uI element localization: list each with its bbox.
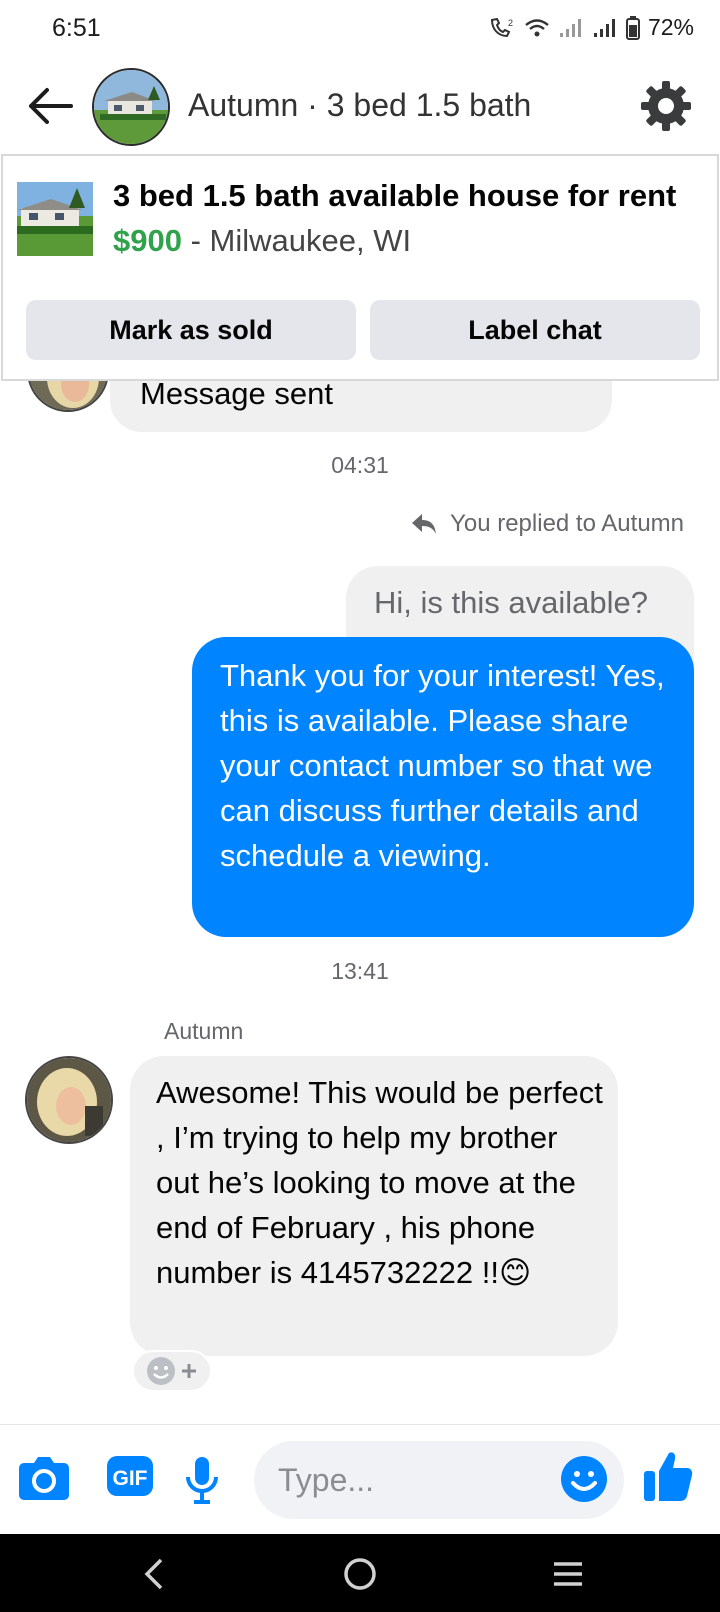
message-composer: GIF	[0, 1424, 720, 1534]
reply-note: You replied to Autumn	[410, 510, 684, 538]
camera-icon	[19, 1457, 69, 1500]
smiling-face-emoji: 😊	[498, 1255, 532, 1290]
outgoing-message-text: Thank you for your interest! Yes, this i…	[220, 658, 665, 873]
house-photo	[17, 182, 93, 256]
microphone-button[interactable]	[184, 1455, 220, 1510]
listing-avatar[interactable]	[92, 68, 170, 146]
reply-note-text: You replied to Autumn	[450, 510, 684, 537]
listing-subtitle: $900 - Milwaukee, WI	[113, 223, 411, 259]
system-navigation-bar	[0, 1534, 720, 1612]
timestamp: 04:31	[331, 452, 389, 478]
status-icons: 2 72%	[488, 14, 694, 41]
camera-button[interactable]	[18, 1455, 70, 1506]
nav-home-button[interactable]	[338, 1552, 382, 1596]
nav-recents-button[interactable]	[546, 1552, 590, 1596]
gif-icon: GIF	[107, 1456, 153, 1496]
sender-avatar[interactable]	[25, 1056, 113, 1144]
chat-title[interactable]: Autumn · 3 bed 1.5 bath	[188, 87, 531, 124]
sender-name: Autumn	[164, 1018, 244, 1044]
timestamp: 13:41	[331, 958, 389, 984]
wifi-icon	[525, 18, 549, 36]
menu-lines-icon	[554, 1562, 582, 1586]
battery-icon	[625, 15, 640, 40]
gear-icon	[641, 81, 691, 131]
status-bar: 6:51 2 72%	[0, 0, 720, 58]
mark-as-sold-button[interactable]: Mark as sold	[26, 300, 356, 360]
listing-location: - Milwaukee, WI	[181, 223, 412, 258]
home-circle-icon	[344, 1558, 376, 1590]
gif-label: GIF	[113, 1467, 148, 1490]
back-button[interactable]	[24, 80, 76, 132]
house-thumbnail	[94, 70, 168, 144]
settings-button[interactable]	[638, 78, 694, 134]
plus-icon	[182, 1364, 196, 1378]
incoming-message-body: Awesome! This would be perfect , I’m try…	[156, 1075, 603, 1290]
quoted-message-text: Hi, is this available?	[374, 585, 648, 620]
add-reaction-button[interactable]	[132, 1350, 212, 1392]
microphone-icon	[186, 1457, 218, 1504]
gif-button[interactable]: GIF	[106, 1455, 154, 1502]
status-time: 6:51	[52, 14, 101, 42]
smiley-icon	[561, 1456, 607, 1502]
chat-header: Autumn · 3 bed 1.5 bath	[0, 60, 720, 152]
thumbs-up-icon	[644, 1452, 693, 1501]
emoji-button[interactable]	[560, 1455, 608, 1508]
signal-icon-2	[593, 18, 615, 37]
listing-thumbnail	[17, 182, 93, 256]
listing-price: $900	[113, 223, 182, 258]
wifi-call-icon: 2	[490, 17, 513, 37]
signal-icon-1	[559, 18, 581, 37]
incoming-message-text: Awesome! This would be perfect , I’m try…	[156, 1070, 606, 1295]
battery-percent: 72%	[647, 14, 694, 40]
message-text: Message sent	[140, 376, 333, 411]
listing-title: 3 bed 1.5 bath available house for rent	[113, 178, 677, 213]
person-photo	[27, 1058, 111, 1142]
nav-back-button[interactable]	[132, 1552, 176, 1596]
arrow-left-icon	[29, 88, 73, 124]
label-chat-button[interactable]: Label chat	[370, 300, 700, 360]
reply-arrow-icon	[412, 514, 437, 534]
smiley-icon	[147, 1357, 175, 1385]
like-button[interactable]	[642, 1449, 694, 1508]
svg-text:2: 2	[508, 18, 513, 28]
listing-card[interactable]: 3 bed 1.5 bath available house for rent …	[1, 154, 719, 381]
chevron-left-icon	[144, 1558, 163, 1590]
